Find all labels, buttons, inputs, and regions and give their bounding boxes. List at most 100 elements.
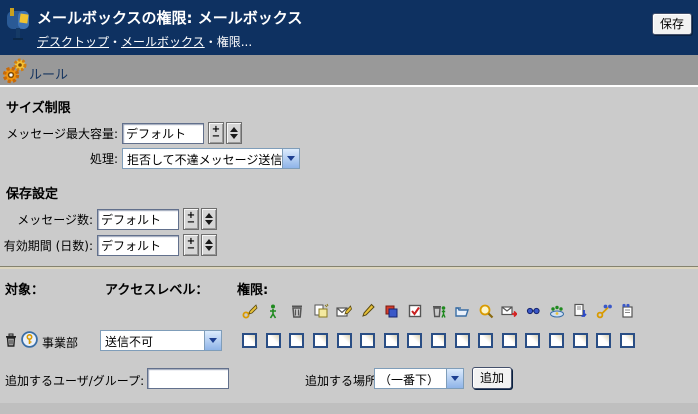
permission-checkbox[interactable] [266, 333, 281, 348]
stepper-button[interactable] [201, 234, 217, 256]
action-label: 処理: [0, 150, 122, 167]
footer-strip [0, 403, 698, 414]
max-size-row: メッセージ最大容量: + − [0, 122, 698, 144]
checkbox-cell [498, 330, 522, 350]
plus-minus-button[interactable]: + − [208, 122, 224, 144]
max-size-input[interactable] [122, 123, 204, 144]
view-glasses-icon [521, 301, 545, 321]
permission-checkbox[interactable] [596, 333, 611, 348]
checkbox-cell [592, 330, 616, 350]
checkbox-cell [332, 330, 356, 350]
arrow-up-icon [205, 213, 213, 218]
arrow-down-icon [205, 220, 213, 225]
copy-note-icon [309, 301, 333, 321]
dropdown-arrow-icon [204, 331, 221, 350]
delete-entry-trash-icon[interactable] [5, 333, 17, 350]
page-header: メールボックスの権限: メールボックス デスクトップ・メールボックス・権限...… [0, 0, 698, 55]
action-row: 処理: 拒否して不達メッセージ送信 [0, 148, 698, 169]
breadcrumb: デスクトップ・メールボックス・権限... [37, 33, 252, 50]
group-meeting-icon [545, 301, 569, 321]
checkbox-cell [427, 330, 451, 350]
export-doc-icon [568, 301, 592, 321]
permission-checkbox[interactable] [360, 333, 375, 348]
stepper-button[interactable] [226, 122, 242, 144]
folder-open-icon [450, 301, 474, 321]
breadcrumb-link[interactable]: メールボックス [121, 35, 205, 49]
checkbox-cell [262, 330, 286, 350]
permission-checkbox[interactable] [502, 333, 517, 348]
add-user-input[interactable] [147, 368, 229, 389]
entry-name: 事業部 [42, 334, 78, 351]
arrow-up-icon [230, 127, 238, 132]
approve-check-icon [403, 301, 427, 321]
rights-header: 権限: [237, 279, 268, 298]
permission-checkbox[interactable] [478, 333, 493, 348]
tab-rules[interactable]: ルール [29, 64, 68, 83]
move-squares-icon [380, 301, 404, 321]
add-button[interactable]: 追加 [472, 367, 512, 389]
person-icon [262, 301, 286, 321]
checkbox-cell [380, 330, 404, 350]
section-size-limit-heading: サイズ制限 [6, 97, 698, 116]
mail-edit-icon [332, 301, 356, 321]
checkbox-cell [545, 330, 569, 350]
add-place-label: 追加する場所: [305, 372, 381, 389]
checkbox-cell [450, 330, 474, 350]
permission-icons-row [238, 301, 698, 321]
permission-checkbox[interactable] [431, 333, 446, 348]
message-count-input[interactable] [97, 209, 179, 230]
valid-period-input[interactable] [97, 235, 179, 256]
plus-minus-button[interactable]: + − [183, 234, 199, 256]
minus-glyph: − [212, 133, 220, 140]
gears-icon [2, 57, 30, 88]
access-level-value: 送信不可 [101, 331, 204, 350]
stepper-button[interactable] [201, 208, 217, 230]
permission-checkboxes [238, 330, 639, 350]
permission-checkbox[interactable] [289, 333, 304, 348]
permission-checkbox[interactable] [337, 333, 352, 348]
permission-checkbox[interactable] [384, 333, 399, 348]
permission-checkbox[interactable] [313, 333, 328, 348]
access-level-header: アクセスレベル： [105, 279, 208, 298]
target-header: 対象： [5, 279, 44, 298]
permission-checkbox[interactable] [242, 333, 257, 348]
plus-minus-button[interactable]: + − [183, 208, 199, 230]
checkbox-cell [616, 330, 640, 350]
tab-bar: ルール [0, 55, 698, 87]
minus-glyph: − [187, 219, 195, 226]
key-view-icon [592, 301, 616, 321]
permission-checkbox[interactable] [525, 333, 540, 348]
page-title: メールボックスの権限: メールボックス [37, 7, 302, 28]
section-retention-heading: 保存設定 [6, 183, 698, 202]
save-button-top[interactable]: 保存 [652, 13, 692, 35]
dropdown-arrow-icon [446, 369, 463, 388]
add-user-label: 追加するユーザ/グループ: [5, 372, 144, 389]
checkbox-cell [285, 330, 309, 350]
breadcrumb-separator: ・ [109, 35, 121, 49]
action-select[interactable]: 拒否して不達メッセージ送信 [122, 148, 300, 169]
mail-forward-icon [498, 301, 522, 321]
checkbox-cell [568, 330, 592, 350]
add-user-row: 追加するユーザ/グループ: 追加する場所: （一番下） 追加 [0, 365, 698, 395]
permission-checkbox[interactable] [549, 333, 564, 348]
checkbox-cell [403, 330, 427, 350]
breadcrumb-separator: ・権限... [205, 35, 252, 49]
arrow-down-icon [230, 134, 238, 139]
access-level-select[interactable]: 送信不可 [100, 330, 222, 351]
add-place-value: （一番下） [375, 369, 446, 388]
permission-checkbox[interactable] [407, 333, 422, 348]
permission-checkbox[interactable] [573, 333, 588, 348]
permission-checkbox[interactable] [620, 333, 635, 348]
list-doc-icon [616, 301, 640, 321]
permission-checkbox[interactable] [455, 333, 470, 348]
dropdown-arrow-icon [282, 149, 299, 168]
checkbox-cell [309, 330, 333, 350]
add-place-select[interactable]: （一番下） [374, 368, 464, 389]
checkbox-cell [356, 330, 380, 350]
checkbox-cell [238, 330, 262, 350]
max-size-label: メッセージ最大容量: [0, 125, 122, 142]
checkbox-cell [521, 330, 545, 350]
arrow-up-icon [205, 239, 213, 244]
breadcrumb-link[interactable]: デスクトップ [37, 35, 109, 49]
search-icon [474, 301, 498, 321]
